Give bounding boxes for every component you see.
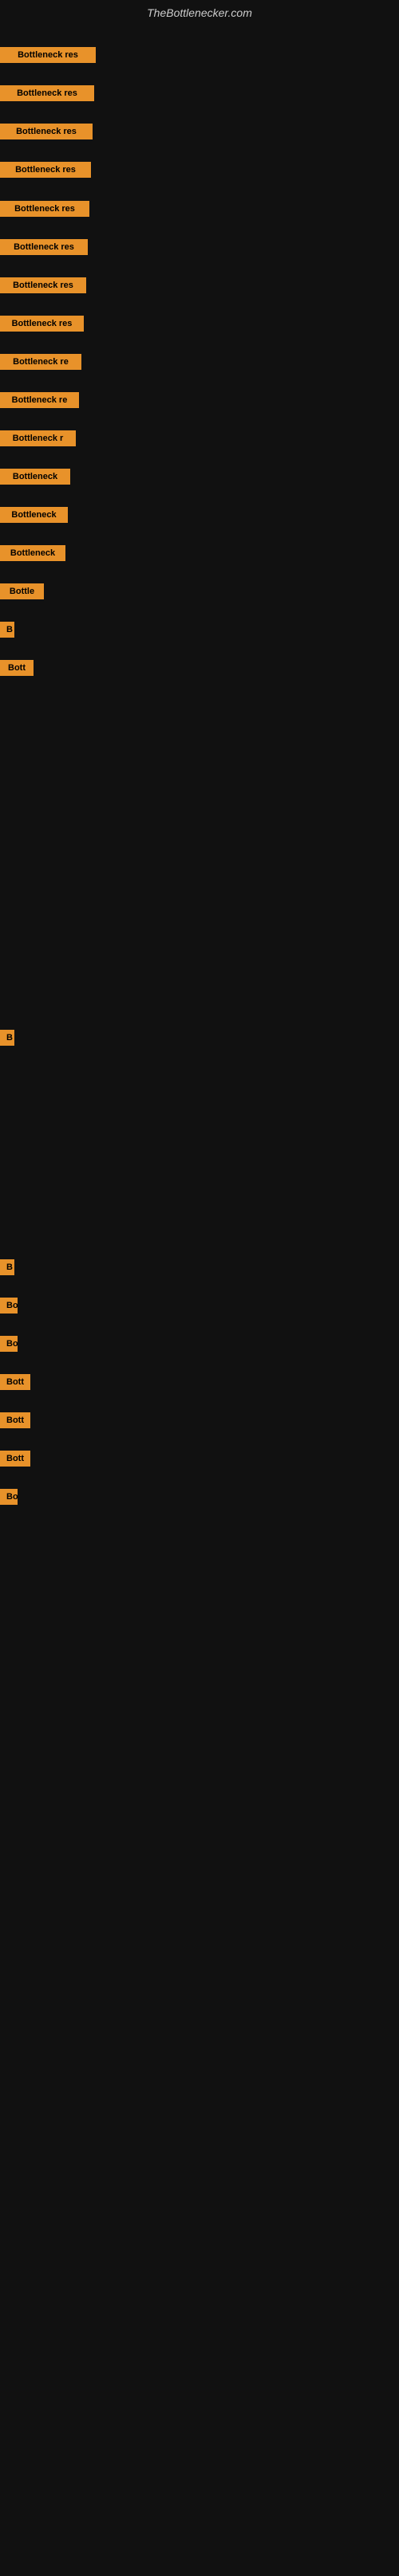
bottleneck-button-5[interactable]: Bottleneck res	[0, 239, 88, 255]
bottleneck-button-0[interactable]: Bottleneck res	[0, 47, 96, 63]
bottleneck-button-16[interactable]: Bott	[0, 660, 34, 676]
bottleneck-button-17[interactable]: B	[0, 1030, 14, 1046]
bottleneck-button-8[interactable]: Bottleneck re	[0, 354, 81, 370]
bottleneck-button-11[interactable]: Bottleneck	[0, 469, 70, 485]
bottleneck-button-21[interactable]: Bott	[0, 1374, 30, 1390]
site-title: TheBottlenecker.com	[0, 0, 399, 26]
bottleneck-button-9[interactable]: Bottleneck re	[0, 392, 79, 408]
bottleneck-button-23[interactable]: Bott	[0, 1451, 30, 1467]
bottleneck-button-10[interactable]: Bottleneck r	[0, 430, 76, 446]
bottleneck-button-13[interactable]: Bottleneck	[0, 545, 65, 561]
bottleneck-button-18[interactable]: B	[0, 1259, 14, 1275]
bottleneck-button-2[interactable]: Bottleneck res	[0, 124, 93, 139]
bottleneck-button-14[interactable]: Bottle	[0, 583, 44, 599]
bottleneck-button-15[interactable]: B	[0, 622, 14, 638]
bottleneck-button-20[interactable]: Bo	[0, 1336, 18, 1352]
bottleneck-button-12[interactable]: Bottleneck	[0, 507, 68, 523]
bottleneck-button-1[interactable]: Bottleneck res	[0, 85, 94, 101]
bottleneck-button-22[interactable]: Bott	[0, 1412, 30, 1428]
bottleneck-button-3[interactable]: Bottleneck res	[0, 162, 91, 178]
bottleneck-button-4[interactable]: Bottleneck res	[0, 201, 89, 217]
bottleneck-button-7[interactable]: Bottleneck res	[0, 316, 84, 332]
bottleneck-button-19[interactable]: Bo	[0, 1298, 18, 1314]
bottleneck-button-24[interactable]: Bo	[0, 1489, 18, 1505]
bottleneck-button-6[interactable]: Bottleneck res	[0, 277, 86, 293]
